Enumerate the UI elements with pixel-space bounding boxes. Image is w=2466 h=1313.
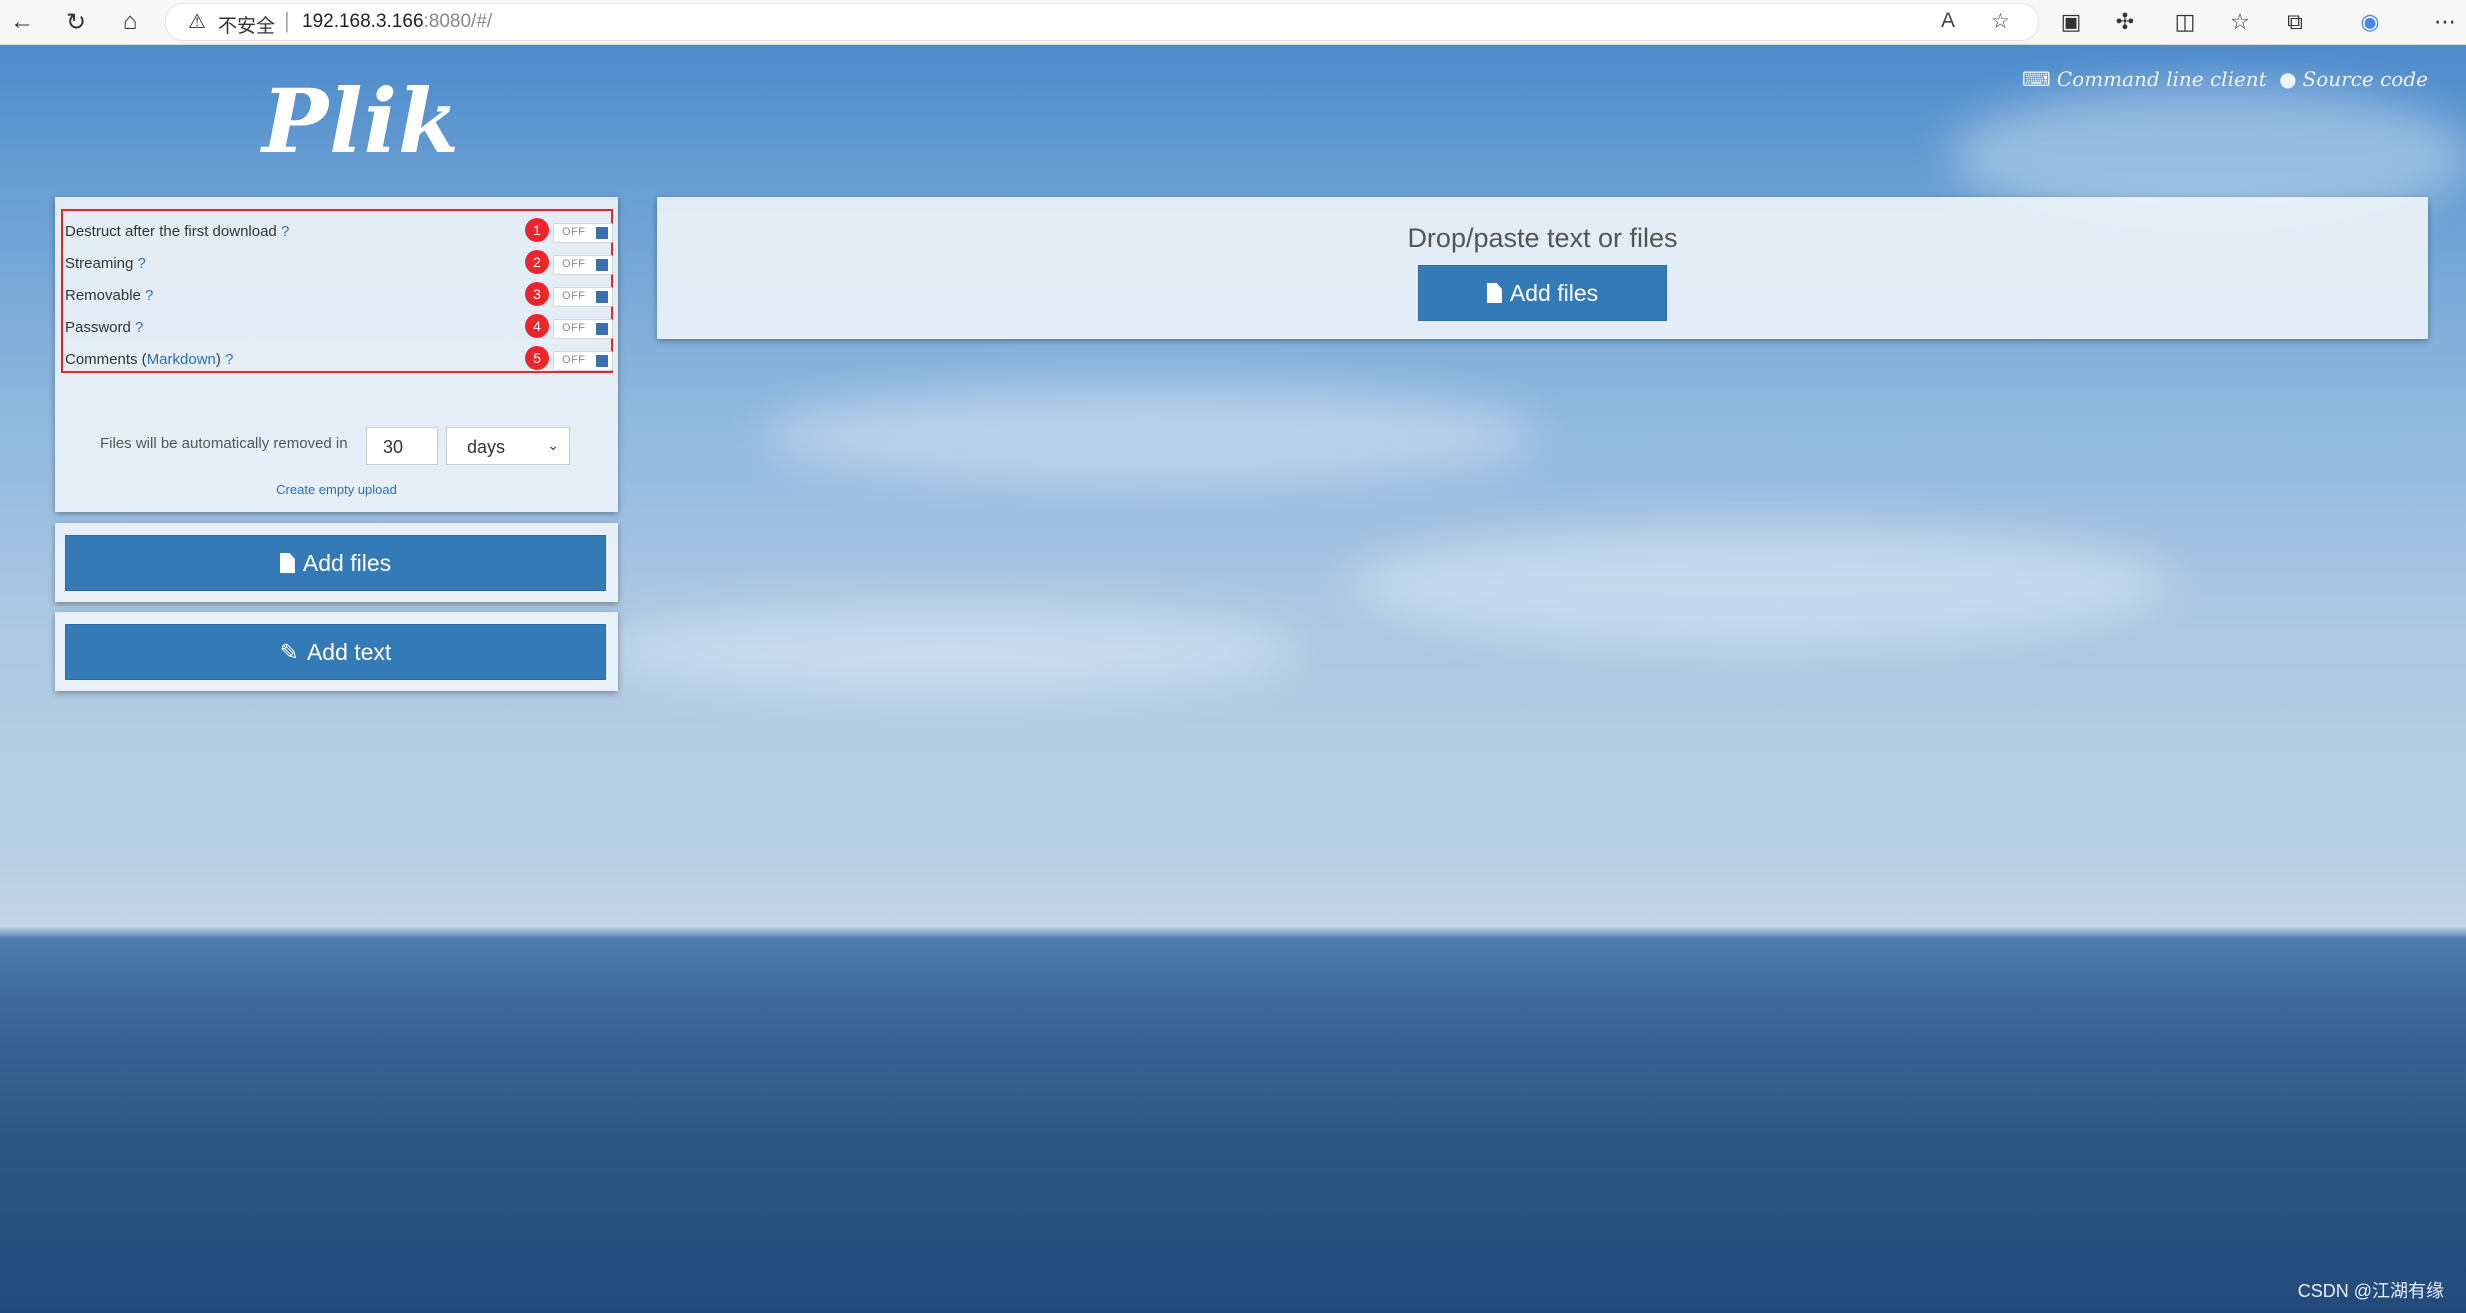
annotation-badge: 4	[525, 314, 549, 338]
extensions-puzzle-icon[interactable]: ✣	[2110, 7, 2140, 37]
keyboard-icon: ⌨	[2021, 67, 2051, 91]
cloud	[760, 385, 1540, 485]
insecure-label: 不安全	[218, 16, 276, 37]
option-streaming: Streaming ? 2 OFF	[65, 249, 613, 279]
help-link[interactable]: ?	[138, 255, 146, 272]
home-icon[interactable]: ⌂	[114, 6, 146, 38]
option-label: Password ?	[65, 319, 144, 336]
option-label: Destruct after the first download ?	[65, 223, 290, 240]
header-links: ⌨ Command line client ● Source code	[2016, 67, 2428, 91]
add-text-button[interactable]: ✎ Add text	[65, 624, 606, 680]
source-code-link[interactable]: Source code	[2303, 67, 2428, 91]
annotation-badge: 2	[525, 250, 549, 274]
option-destruct: Destruct after the first download ? 1 OF…	[65, 217, 613, 247]
help-link[interactable]: ?	[225, 351, 233, 368]
page-background: Plik ⌨ Command line client ● Source code D…	[0, 45, 2466, 1313]
annotation-badge: 3	[525, 282, 549, 306]
cli-link[interactable]: Command line client	[2057, 67, 2267, 91]
drop-zone-title: Drop/paste text or files	[1407, 223, 1678, 253]
collections-icon[interactable]: ⧉	[2280, 7, 2310, 37]
annotation-badge: 5	[525, 346, 549, 370]
file-icon	[279, 553, 295, 573]
help-link[interactable]: ?	[281, 223, 289, 240]
extension-icon[interactable]: ▣	[2056, 7, 2086, 37]
upload-settings-panel: Destruct after the first download ? 1 OF…	[55, 197, 618, 512]
removable-toggle[interactable]: OFF	[553, 287, 613, 307]
pencil-icon: ✎	[279, 638, 299, 665]
divider: |	[284, 8, 290, 33]
github-icon: ●	[2279, 67, 2297, 91]
drop-add-files-button[interactable]: Add files	[1418, 265, 1667, 321]
create-empty-upload-link[interactable]: Create empty upload	[55, 482, 618, 497]
profile-avatar-icon[interactable]: ◉	[2340, 7, 2400, 37]
option-comments: Comments (Markdown) ? 5 OFF	[65, 345, 613, 375]
cloud	[1350, 525, 2170, 645]
browser-toolbar: ← ↻ ⌂ ⚠ 不安全 | 192.168.3.166:8080/#/ A ☆ …	[0, 0, 2466, 45]
add-files-button[interactable]: Add files	[65, 535, 606, 591]
password-toggle[interactable]: OFF	[553, 319, 613, 339]
file-icon	[1486, 283, 1502, 303]
option-label: Removable ?	[65, 287, 154, 304]
chevron-down-icon: ⌄	[547, 437, 559, 453]
watermark: CSDN @江湖有缘	[2297, 1281, 2444, 1301]
split-screen-icon[interactable]: ◫	[2170, 7, 2200, 37]
add-files-panel: Add files	[55, 523, 618, 602]
streaming-toggle[interactable]: OFF	[553, 255, 613, 275]
markdown-link[interactable]: Markdown	[147, 351, 216, 368]
add-text-panel: ✎ Add text	[55, 612, 618, 691]
url-text: 192.168.3.166:8080/#/	[302, 11, 493, 32]
option-removable: Removable ? 3 OFF	[65, 281, 613, 311]
ttl-value-input[interactable]: 30	[366, 427, 438, 465]
read-aloud-icon[interactable]: A	[1941, 9, 1955, 33]
reload-icon[interactable]: ↻	[60, 6, 92, 38]
warning-icon: ⚠	[188, 11, 206, 33]
help-link[interactable]: ?	[135, 319, 143, 336]
favorite-star-icon[interactable]: ☆	[1991, 9, 2010, 34]
cloud	[600, 605, 1300, 695]
drop-zone[interactable]: Drop/paste text or files Add files	[657, 197, 2428, 339]
ttl-unit-select[interactable]: days ⌄	[446, 427, 570, 465]
destruct-toggle[interactable]: OFF	[553, 223, 613, 243]
app-logo[interactable]: Plik	[262, 69, 460, 173]
option-password: Password ? 4 OFF	[65, 313, 613, 343]
favorites-icon[interactable]: ☆	[2225, 7, 2255, 37]
address-bar[interactable]: ⚠ 不安全 | 192.168.3.166:8080/#/ A ☆	[165, 3, 2039, 41]
ttl-label: Files will be automatically removed in	[100, 435, 348, 452]
comments-toggle[interactable]: OFF	[553, 351, 613, 371]
option-label: Streaming ?	[65, 255, 146, 272]
option-label: Comments (Markdown) ?	[65, 351, 234, 368]
annotation-badge: 1	[525, 218, 549, 242]
help-link[interactable]: ?	[145, 287, 153, 304]
back-icon[interactable]: ←	[6, 6, 38, 38]
more-menu-icon[interactable]: ⋯	[2430, 7, 2460, 37]
